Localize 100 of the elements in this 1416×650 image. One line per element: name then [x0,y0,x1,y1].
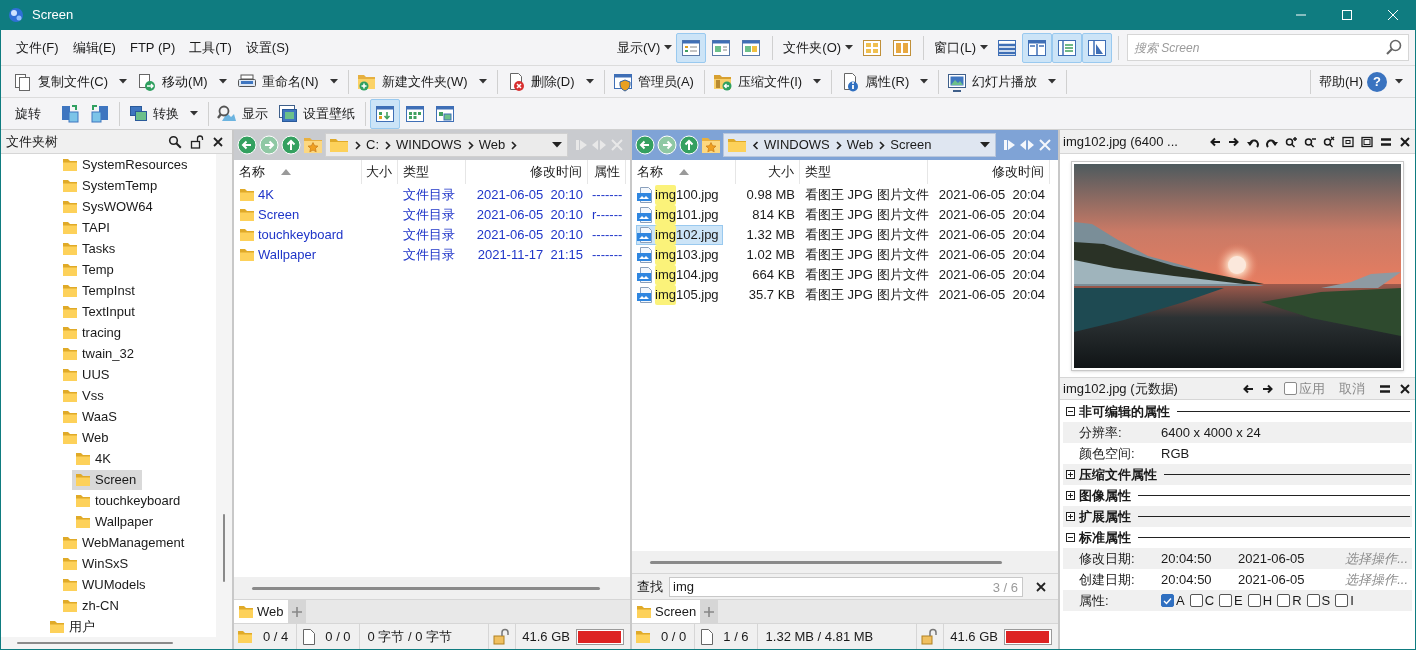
close-icon[interactable] [1035,580,1047,593]
help-button[interactable]: 帮助(H) ? [1314,67,1407,96]
scrollbar[interactable] [1,637,232,649]
tree-item[interactable]: twain_32 [59,343,141,364]
action-link[interactable]: 选择操作... [1345,569,1412,590]
file-item[interactable]: img103.jpg [636,245,723,265]
file-item[interactable]: img102.jpg [636,225,723,245]
toolbar-button[interactable]: 幻灯片播放 [943,67,1061,96]
attribute-checkbox[interactable]: H [1247,590,1273,611]
caret-icon[interactable] [845,45,854,50]
folder-tab[interactable]: Screen [632,600,701,623]
tree-item[interactable]: Screen [72,469,143,490]
tree-item[interactable]: Wallpaper [72,511,160,532]
attribute-checkbox[interactable]: E [1219,590,1243,611]
rotate-icon[interactable] [60,103,80,124]
dropdown-icon[interactable] [552,142,562,148]
attribute-checkbox[interactable]: A [1161,590,1185,611]
tree-item[interactable]: 用户 [46,616,101,637]
chevron-right-icon[interactable] [466,140,474,150]
section-header[interactable]: 图像属性 [1066,485,1131,506]
tree-item[interactable]: zh-CN [59,595,125,616]
sort-arrow-icon[interactable] [281,169,291,175]
up-icon[interactable] [281,135,301,155]
tree-item[interactable]: touchkeyboard [72,490,187,511]
toolbar-button[interactable]: 转换 [124,99,202,128]
zoom-reset-icon[interactable] [1323,135,1335,148]
column-header[interactable]: 大小 [768,162,794,182]
menu-icon[interactable] [1380,135,1392,148]
tree-item[interactable]: Web [59,427,115,448]
folder-tab[interactable]: Web [234,600,288,623]
caret-icon[interactable] [478,79,487,84]
attribute-checkbox[interactable]: R [1277,590,1302,611]
tree-item[interactable]: Temp [59,259,120,280]
folder-item[interactable]: touchkeyboard [238,225,348,245]
dropdown-icon[interactable] [980,142,990,148]
chevron-right-icon[interactable] [510,140,518,150]
caret-icon[interactable] [813,79,822,84]
caret-icon[interactable] [585,79,594,84]
close-icon[interactable] [1399,382,1411,395]
fullscreen-icon[interactable] [1361,135,1373,148]
toolbar-button[interactable]: 移动(M) [133,67,231,96]
breadcrumb[interactable]: WINDOWS [764,135,830,155]
zoom-in-icon[interactable] [1285,135,1297,148]
column-header[interactable]: 名称 [239,162,265,182]
up-icon[interactable] [679,135,699,155]
column-header[interactable]: 大小 [366,162,392,182]
column-header[interactable]: 属性 [594,162,620,182]
tree-item[interactable]: WebManagement [59,532,191,553]
toolbar-button[interactable]: 复制文件(C) [9,67,132,96]
tree-item[interactable]: SystemResources [59,154,194,175]
column-header[interactable]: 名称 [637,162,663,182]
forward-icon[interactable] [657,135,677,155]
address-bar[interactable]: C: WINDOWS Web [325,133,568,157]
tree-item[interactable]: 4K [72,448,117,469]
chevron-right-icon[interactable] [384,140,391,150]
file-item[interactable]: img100.jpg [636,185,723,205]
menu-item[interactable]: 工具(T) [182,35,239,60]
section-header[interactable]: 标准属性 [1066,527,1131,548]
folder-item[interactable]: Wallpaper [238,245,321,265]
breadcrumb[interactable]: C: [366,135,379,155]
view-menu-button[interactable]: 显示(V) [613,33,677,62]
arrow-left-icon[interactable] [1209,135,1221,148]
arrow-right-icon[interactable] [1228,135,1240,148]
view-toggle-button[interactable] [1082,32,1112,63]
scrollbar[interactable] [234,577,630,599]
chevron-right-icon[interactable] [878,140,886,150]
tree-item[interactable]: TextInput [59,301,141,322]
caret-icon[interactable] [190,111,198,116]
file-item[interactable]: img101.jpg [636,205,723,225]
caret-icon[interactable] [920,79,929,84]
tree-item[interactable]: SystemTemp [59,175,164,196]
chevron-right-icon[interactable] [834,140,842,150]
tree-item[interactable]: TempInst [59,280,141,301]
toolbar-button[interactable]: 属性(R) [836,67,933,96]
tree-item[interactable]: WinSxS [59,553,135,574]
attribute-checkbox[interactable]: I [1335,590,1354,611]
arrow-left-icon[interactable] [1242,382,1254,395]
view-toggle-button[interactable] [1022,32,1052,63]
breadcrumb[interactable]: Web [478,135,506,155]
attribute-checkbox[interactable]: C [1189,590,1215,611]
toolbar-button[interactable]: 管理员(A) [608,67,698,96]
folder-item[interactable]: 4K [238,185,278,205]
scrollbar[interactable] [632,551,1058,573]
view-toggle-button[interactable] [1052,32,1082,63]
column-header[interactable]: 修改时间 [530,162,582,182]
arrow-right-icon[interactable] [1262,382,1274,395]
search-icon[interactable] [168,134,182,149]
toolbar-button[interactable]: 设置壁纸 [274,99,359,128]
view-toggle-button[interactable] [676,32,707,63]
caret-icon[interactable] [119,79,128,84]
back-icon[interactable] [635,135,655,155]
caret-icon[interactable] [980,45,988,50]
tree-item[interactable]: UUS [59,364,116,385]
view-menu-button[interactable]: 文件夹(O) [779,33,858,62]
address-bar[interactable]: WINDOWS Web Screen [723,133,996,157]
tree-item[interactable]: Vss [59,385,110,406]
tree-item[interactable]: tracing [59,322,128,343]
view-menu-button[interactable]: 窗口(L) [930,33,992,62]
toolbar-button[interactable]: 重命名(N) [232,67,342,96]
tree-item[interactable]: Tasks [59,238,122,259]
